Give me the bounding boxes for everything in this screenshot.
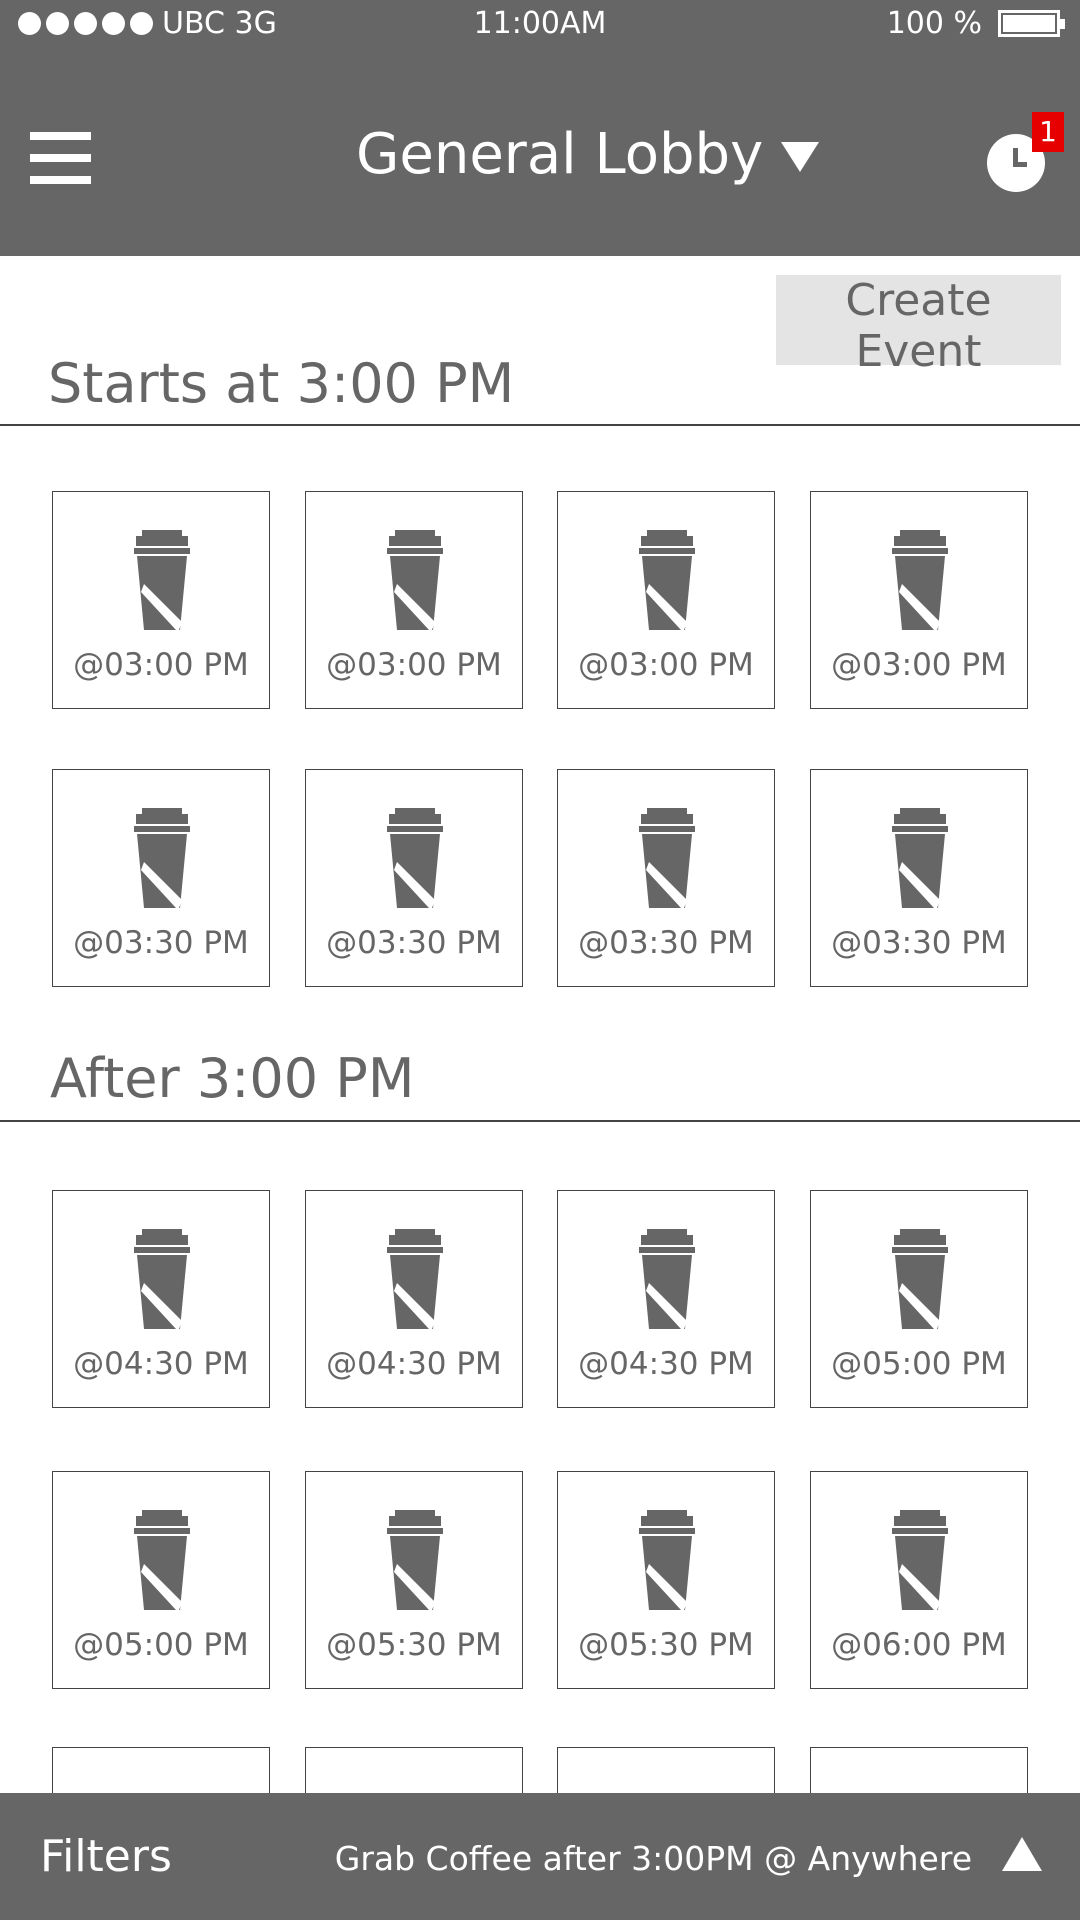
lobby-title: General Lobby [356, 122, 764, 187]
app-header: UBC 3G 11:00AM 100 % General Lobby 1 [0, 0, 1080, 256]
event-tile[interactable]: @04:30 PM [305, 1190, 523, 1408]
event-time: @03:00 PM [326, 647, 502, 683]
event-tile[interactable]: @03:00 PM [52, 491, 270, 709]
event-time: @04:30 PM [578, 1346, 754, 1382]
section-title-after: After 3:00 PM [50, 1047, 415, 1110]
event-time: @03:00 PM [73, 647, 249, 683]
coffee-cup-icon [639, 1510, 695, 1610]
event-tile[interactable]: @03:00 PM [557, 491, 775, 709]
event-time: @05:30 PM [578, 1627, 754, 1663]
coffee-cup-icon [387, 530, 443, 630]
event-time: @03:30 PM [73, 925, 249, 961]
event-tile[interactable]: @03:30 PM [305, 769, 523, 987]
event-tile[interactable]: @04:30 PM [52, 1190, 270, 1408]
filter-summary: Grab Coffee after 3:00PM @ Anywhere [334, 1839, 972, 1878]
event-tile[interactable]: @03:30 PM [810, 769, 1028, 987]
event-tile[interactable]: @03:30 PM [52, 769, 270, 987]
event-time: @05:30 PM [326, 1627, 502, 1663]
battery-icon [998, 10, 1065, 37]
event-time: @05:00 PM [73, 1627, 249, 1663]
event-time: @03:00 PM [578, 647, 754, 683]
event-tile[interactable]: @03:00 PM [305, 491, 523, 709]
event-time: @03:30 PM [326, 925, 502, 961]
coffee-cup-icon [892, 530, 948, 630]
battery-percent: 100 % [886, 6, 982, 41]
status-bar: UBC 3G 11:00AM 100 % [0, 0, 1080, 50]
coffee-cup-icon [892, 1510, 948, 1610]
coffee-cup-icon [387, 1229, 443, 1329]
coffee-cup-icon [387, 808, 443, 908]
coffee-cup-icon [639, 530, 695, 630]
event-tile[interactable]: @05:00 PM [810, 1190, 1028, 1408]
filter-bar: Filters Grab Coffee after 3:00PM @ Anywh… [0, 1793, 1080, 1920]
coffee-cup-icon [134, 1229, 190, 1329]
event-tile[interactable]: @03:00 PM [810, 491, 1028, 709]
coffee-cup-icon [892, 808, 948, 908]
event-tile[interactable]: @05:00 PM [52, 1471, 270, 1689]
hamburger-icon[interactable] [30, 132, 91, 184]
event-tile[interactable]: @04:30 PM [557, 1190, 775, 1408]
create-event-button[interactable]: Create Event [776, 275, 1061, 377]
event-time: @03:00 PM [831, 647, 1007, 683]
section-divider [0, 424, 1080, 426]
event-time: @03:30 PM [578, 925, 754, 961]
section-divider [0, 1120, 1080, 1122]
event-tile[interactable]: @05:30 PM [557, 1471, 775, 1689]
coffee-cup-icon [134, 808, 190, 908]
event-time: @03:30 PM [831, 925, 1007, 961]
coffee-cup-icon [639, 808, 695, 908]
section-title-starts-at: Starts at 3:00 PM [48, 352, 515, 415]
coffee-cup-icon [387, 1510, 443, 1610]
event-tile[interactable]: @03:30 PM [557, 769, 775, 987]
event-time: @04:30 PM [326, 1346, 502, 1382]
event-tile[interactable]: @05:30 PM [305, 1471, 523, 1689]
coffee-cup-icon [892, 1229, 948, 1329]
filters-button[interactable]: Filters [40, 1831, 172, 1882]
caret-down-icon [781, 141, 820, 172]
triangle-up-icon[interactable] [1002, 1837, 1042, 1871]
notification-badge: 1 [1032, 112, 1064, 152]
coffee-cup-icon [639, 1229, 695, 1329]
coffee-cup-icon [134, 1510, 190, 1610]
coffee-cup-icon [134, 530, 190, 630]
event-time: @04:30 PM [73, 1346, 249, 1382]
event-time: @05:00 PM [831, 1346, 1007, 1382]
event-tile[interactable]: @06:00 PM [810, 1471, 1028, 1689]
event-time: @06:00 PM [831, 1627, 1007, 1663]
lobby-selector[interactable]: General Lobby [356, 122, 820, 187]
